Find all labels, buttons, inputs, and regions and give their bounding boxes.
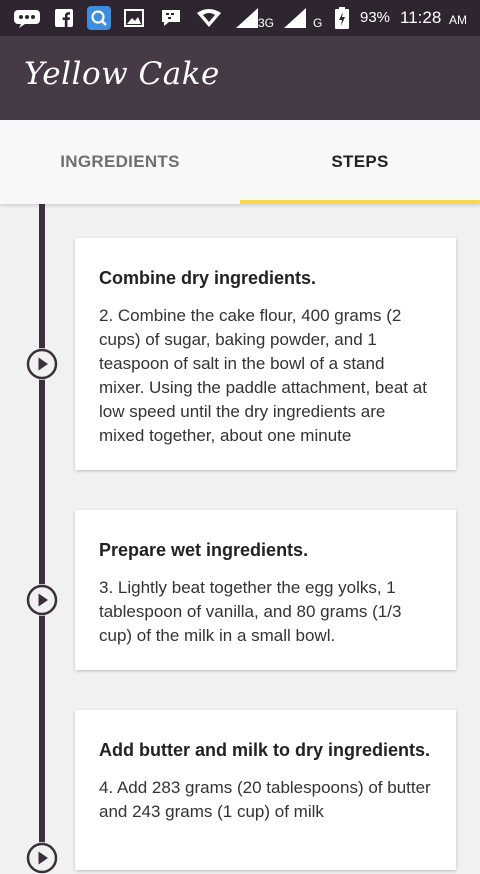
step-body: 2. Combine the cake flour, 400 grams (2 … [99,306,427,445]
clock-time: 11:28 [400,8,442,27]
step-title: Add butter and milk to dry ingredients. [99,740,431,760]
active-tab-indicator [240,200,480,204]
play-step-4-icon[interactable] [26,842,58,874]
battery-icon [334,7,350,29]
search-app-icon [86,6,112,30]
app-bar: Yellow Cake [0,36,480,120]
status-bar: 3G G 93% 11:28 AM [0,0,480,36]
play-step-3-icon[interactable] [26,584,58,616]
app-title: Yellow Cake [24,56,220,92]
step-title: Prepare wet ingredients. [99,540,309,560]
clock-suffix: AM [449,13,467,27]
messenger-icon [12,7,42,29]
network-3g-label: 3G [258,16,275,30]
signal-g-icon [284,7,306,29]
network-g-label: G [313,16,323,30]
step-card-3[interactable]: Prepare wet ingredients. 3. Lightly beat… [75,510,456,670]
step-card-4[interactable]: Add butter and milk to dry ingredients. … [75,710,456,870]
signal-3g-icon [236,7,258,29]
timeline-line [39,204,45,854]
bbm-icon [160,7,182,29]
step-title: Combine dry ingredients. [99,268,317,288]
tab-bar: INGREDIENTS STEPS [0,120,480,204]
facebook-icon [54,7,74,29]
battery-percent: 93% [360,9,391,26]
tab-steps[interactable]: STEPS [240,120,480,204]
step-body: 3. Lightly beat together the egg yolks, … [99,578,402,645]
gallery-icon [123,7,145,29]
tab-ingredients[interactable]: INGREDIENTS [0,120,240,204]
step-card-2[interactable]: Combine dry ingredients. 2. Combine the … [75,238,456,470]
play-step-2-icon[interactable] [26,348,58,380]
step-body: 4. Add 283 grams (20 tablespoons) of but… [99,778,431,821]
wifi-icon [196,7,222,29]
